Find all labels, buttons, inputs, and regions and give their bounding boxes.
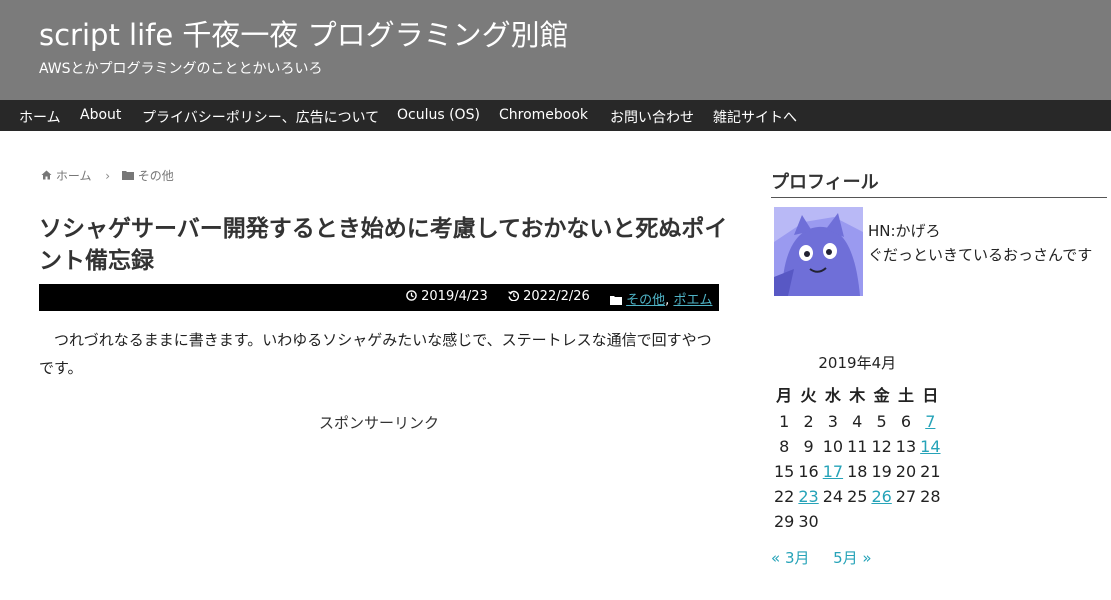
calendar-body: 1 2 3 4 5 6 7 8 9 10 11 12 13 14 15 16 17 18 19 20 21 22 23 24 2… [772, 409, 943, 534]
updated-date-text: 2022/2/26 [523, 289, 590, 304]
calendar-day: 18 [847, 462, 868, 481]
calendar-next-link[interactable]: 5月 » [833, 549, 872, 567]
calendar-day: 28 [920, 487, 941, 506]
article-categories: その他, ポエム [610, 289, 712, 308]
calendar-day: 1 [779, 412, 790, 431]
home-icon [41, 169, 56, 183]
breadcrumb-separator: › [105, 168, 111, 183]
article-body: つれづれなるままに書きます。いわゆるソシャゲみたいな感じで、ステートレスな通信で… [39, 331, 712, 377]
breadcrumb: ホーム › その他 [41, 167, 174, 184]
published-date: 2019/4/23 [406, 289, 488, 304]
calendar-empty-cell [918, 509, 942, 534]
calendar-caption: 2019年4月 [818, 354, 897, 372]
category-link-poem[interactable]: ポエム [673, 293, 712, 308]
calendar-day: 19 [871, 462, 892, 481]
calendar-day: 25 [847, 487, 868, 506]
nav-item-privacy[interactable]: プライバシーポリシー、広告について [142, 107, 379, 127]
calendar-day-link[interactable]: 26 [871, 487, 891, 506]
calendar-day: 10 [822, 437, 844, 456]
calendar-day: 12 [871, 437, 892, 456]
article-title: ソシャゲサーバー開発するとき始めに考慮しておかないと死ぬポイント備忘録 [39, 216, 728, 274]
calendar-day: 13 [895, 437, 917, 456]
calendar-week-row: 22 23 24 25 26 27 28 [772, 484, 943, 509]
calendar-weekday: 月 [776, 386, 793, 405]
post-calendar: 2019年4月 月火水木金土日 1 2 3 4 5 6 7 8 9 10 11 12 13 14 15 16 1… [772, 350, 943, 534]
calendar-week-row: 1234567 [772, 409, 943, 434]
category-link-other[interactable]: その他 [626, 293, 665, 308]
nav-item-home[interactable]: ホーム [19, 107, 61, 127]
calendar-weekday: 木 [849, 386, 866, 405]
avatar [774, 207, 863, 296]
calendar-day-linked: 23 [796, 484, 820, 509]
calendar-nav: « 3月 5月 » [771, 547, 872, 568]
calendar-day: 21 [920, 462, 941, 481]
calendar-day-linked: 7 [918, 409, 942, 434]
calendar-prev-link[interactable]: « 3月 [771, 549, 810, 567]
nav-item-blog[interactable]: 雑記サイトへ [713, 107, 797, 127]
profile-description: ぐだっといきているおっさんです [868, 246, 1093, 264]
calendar-week-row: 8 9 10 11 12 13 14 [772, 434, 943, 459]
site-header: script life 千夜一夜 プログラミング別館 AWSとかプログラミングの… [0, 0, 1111, 100]
calendar-day: 30 [798, 512, 819, 531]
calendar-day: 16 [798, 462, 819, 481]
calendar-empty-cell [894, 509, 918, 534]
profile-heading: プロフィール [771, 168, 1107, 198]
calendar-day: 5 [876, 412, 887, 431]
calendar-weekday-row: 月火水木金土日 [772, 379, 943, 409]
site-description: AWSとかプログラミングのこととかいろいろ [39, 61, 323, 77]
nav-item-about[interactable]: About [80, 107, 121, 123]
calendar-day: 29 [774, 512, 795, 531]
calendar-weekday: 日 [922, 386, 939, 405]
breadcrumb-home[interactable]: ホーム [56, 169, 92, 183]
nav-item-contact[interactable]: お問い合わせ [610, 107, 694, 127]
calendar-day: 22 [774, 487, 795, 506]
calendar-day-link[interactable]: 23 [798, 487, 818, 506]
clock-icon [406, 290, 417, 301]
category-separator: , [665, 293, 670, 308]
calendar-day: 15 [774, 462, 795, 481]
folder-icon [121, 169, 138, 183]
article-meta-bar: 2019/4/23 2022/2/26 その他, ポエム [39, 284, 719, 311]
calendar-weekday: 土 [897, 386, 914, 405]
calendar-weekday: 火 [800, 386, 817, 405]
nav-item-oculus[interactable]: Oculus (OS) [397, 107, 480, 123]
breadcrumb-category[interactable]: その他 [138, 169, 174, 183]
calendar-day-link[interactable]: 14 [920, 437, 940, 456]
site-title[interactable]: script life 千夜一夜 プログラミング別館 [39, 12, 569, 54]
history-icon [508, 290, 520, 302]
calendar-day-link[interactable]: 7 [925, 412, 935, 431]
calendar-week-row: 29 30 [772, 509, 943, 534]
calendar-day: 27 [895, 487, 917, 506]
folder-icon [610, 296, 622, 305]
profile-name: HN:かげろ [868, 222, 941, 240]
calendar-day: 4 [852, 412, 863, 431]
calendar-day-link[interactable]: 17 [823, 462, 843, 481]
calendar-day-linked: 14 [918, 434, 942, 459]
calendar-empty-cell [845, 509, 869, 534]
calendar-day-linked: 17 [821, 459, 845, 484]
nav-item-chromebook[interactable]: Chromebook [499, 107, 588, 123]
calendar-day-linked: 26 [869, 484, 893, 509]
calendar-empty-cell [821, 509, 845, 534]
calendar-weekday: 水 [824, 386, 841, 405]
published-date-text: 2019/4/23 [421, 289, 488, 304]
calendar-day: 24 [822, 487, 844, 506]
sponsor-label: スポンサーリンク [318, 414, 439, 432]
updated-date: 2022/2/26 [508, 289, 590, 304]
calendar-day: 11 [847, 437, 868, 456]
calendar-day: 9 [803, 437, 814, 456]
calendar-weekday: 金 [873, 386, 890, 405]
calendar-day: 3 [827, 412, 838, 431]
calendar-day: 8 [779, 437, 790, 456]
calendar-day: 20 [895, 462, 917, 481]
calendar-empty-cell [869, 509, 893, 534]
global-nav: ホーム About プライバシーポリシー、広告について Oculus (OS) … [0, 100, 1111, 131]
calendar-week-row: 15 16 17 18 19 20 21 [772, 459, 943, 484]
calendar-day: 2 [803, 412, 814, 431]
calendar-day: 6 [900, 412, 912, 431]
